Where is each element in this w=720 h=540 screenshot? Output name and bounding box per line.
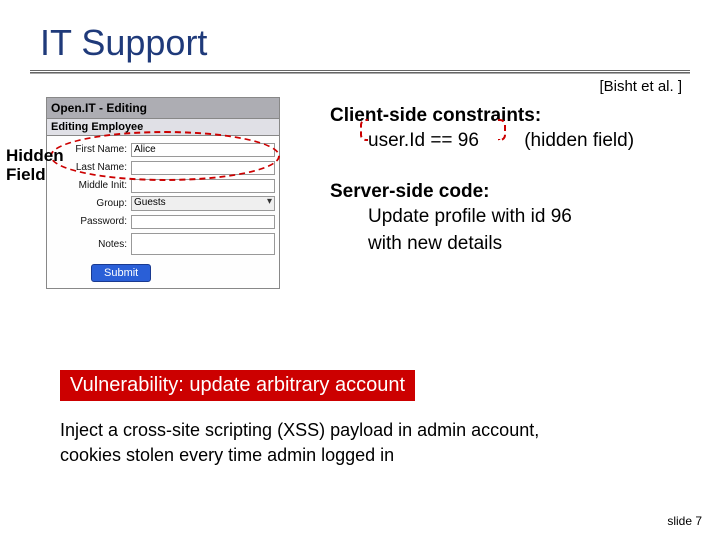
group-select[interactable]: Guests [131, 196, 275, 211]
form-body: First Name: Alice Last Name: Middle Init… [46, 136, 280, 289]
row-password: Password: [51, 213, 275, 230]
form-header: Open.IT - Editing [46, 97, 280, 119]
notes-textarea[interactable] [131, 233, 275, 255]
explanation: Inject a cross-site scripting (XSS) payl… [60, 418, 539, 468]
middle-input[interactable] [131, 179, 275, 193]
group-label: Group: [51, 198, 131, 209]
bracket-right [498, 119, 506, 141]
explain-line1: Inject a cross-site scripting (XSS) payl… [60, 420, 539, 440]
firstname-input[interactable]: Alice [131, 143, 275, 157]
server-line1: Update profile with id 96 [330, 203, 680, 231]
server-line2: with new details [330, 230, 680, 258]
content-area: Open.IT - Editing Editing Employee First… [0, 95, 720, 258]
bracket-left [360, 119, 368, 141]
form-subheader: Editing Employee [46, 119, 280, 136]
hidden-label-line1: Hidden [6, 146, 64, 165]
notes-label: Notes: [51, 239, 131, 250]
lastname-input[interactable] [131, 161, 275, 175]
row-firstname: First Name: Alice [51, 141, 275, 158]
row-group: Group: Guests [51, 195, 275, 212]
explain-line2: cookies stolen every time admin logged i… [60, 445, 394, 465]
citation: [Bisht et al. ] [0, 74, 720, 95]
slide-number: slide 7 [667, 514, 702, 528]
slide-title: IT Support [0, 0, 720, 70]
client-expr: user.Id == 96 [368, 130, 479, 151]
server-heading: Server-side code: [330, 181, 680, 203]
password-label: Password: [51, 216, 131, 227]
submit-button[interactable]: Submit [91, 264, 151, 282]
client-paren: (hidden field) [524, 127, 634, 155]
row-lastname: Last Name: [51, 159, 275, 176]
hidden-field-callout: Hidden Field [6, 147, 64, 184]
password-input[interactable] [131, 215, 275, 229]
form-mock: Open.IT - Editing Editing Employee First… [46, 97, 280, 289]
hidden-label-line2: Field [6, 165, 46, 184]
row-notes: Notes: [51, 231, 275, 257]
row-middle: Middle Init: [51, 177, 275, 194]
vulnerability-box: Vulnerability: update arbitrary account [60, 370, 415, 401]
